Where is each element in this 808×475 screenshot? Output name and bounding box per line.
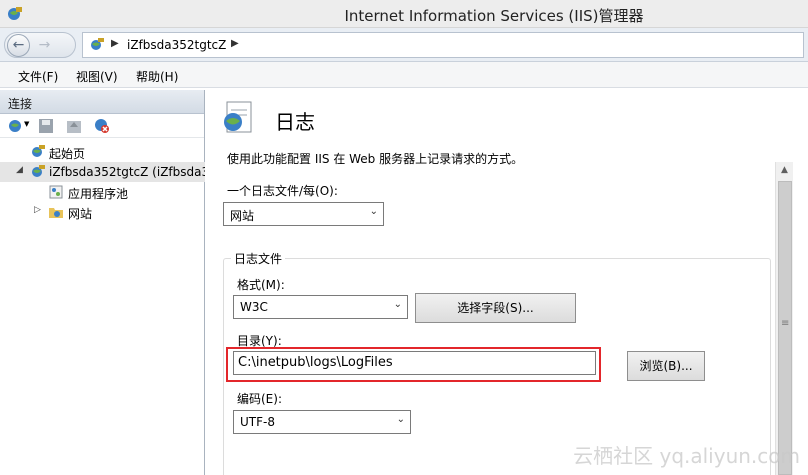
back-button[interactable]: ← bbox=[7, 34, 30, 57]
breadcrumb-server[interactable]: iZfbsda352tgtcZ bbox=[127, 38, 226, 52]
menu-help[interactable]: 帮助(H) bbox=[136, 68, 178, 85]
format-select[interactable]: W3C ⌄ bbox=[233, 295, 408, 319]
page-title: 日志 bbox=[275, 110, 315, 134]
tree-item-start-page[interactable]: 起始页 bbox=[0, 142, 205, 162]
menu-view[interactable]: 视图(V) bbox=[76, 68, 118, 85]
menu-file[interactable]: 文件(F) bbox=[18, 68, 58, 85]
disconnect-icon[interactable] bbox=[94, 118, 110, 134]
directory-input[interactable]: C:\inetpub\logs\LogFiles bbox=[233, 351, 596, 375]
encoding-select-value: UTF-8 bbox=[240, 415, 275, 429]
expand-icon[interactable]: ▷ bbox=[34, 205, 41, 215]
save-icon[interactable] bbox=[38, 118, 54, 134]
main-pane: 日志 使用此功能配置 IIS 在 Web 服务器上记录请求的方式。 一个日志文件… bbox=[209, 90, 808, 475]
scroll-up-arrow-icon[interactable]: ▲ bbox=[776, 162, 793, 179]
tree-item-label: iZfbsda352tgtcZ (iZfbsda35 bbox=[49, 165, 205, 179]
connect-icon[interactable] bbox=[8, 118, 24, 134]
window-title: Internet Information Services (IIS)管理器 bbox=[344, 7, 644, 25]
start-page-icon bbox=[32, 145, 45, 157]
server-icon bbox=[32, 165, 45, 177]
tree-item-server[interactable]: ◢ iZfbsda352tgtcZ (iZfbsda35 bbox=[0, 162, 205, 182]
scrollbar-grip-icon: ≡ bbox=[781, 318, 790, 329]
format-select-value: W3C bbox=[240, 300, 268, 314]
address-bar: ← → ▶ iZfbsda352tgtcZ ▶ bbox=[0, 28, 808, 62]
sites-folder-icon bbox=[49, 208, 63, 218]
encoding-label: 编码(E): bbox=[237, 392, 282, 406]
nav-buttons: ← → bbox=[4, 32, 76, 58]
collapse-icon[interactable]: ◢ bbox=[16, 165, 23, 175]
one-log-label: 一个日志文件/每(O): bbox=[227, 184, 338, 198]
one-log-select-value: 网站 bbox=[230, 209, 255, 223]
chevron-down-icon: ⌄ bbox=[393, 299, 402, 310]
select-fields-button[interactable]: 选择字段(S)... bbox=[415, 293, 576, 323]
chevron-down-icon: ⌄ bbox=[369, 206, 378, 217]
tree-item-app-pools[interactable]: 应用程序池 bbox=[0, 182, 205, 202]
tree-item-label: 起始页 bbox=[49, 147, 86, 161]
connections-pane: 连接 ▼ 起始页 ◢ iZfbsda352tgtcZ (iZfbsda35 应用… bbox=[0, 90, 205, 475]
log-file-group-title: 日志文件 bbox=[231, 250, 286, 267]
server-icon bbox=[91, 38, 104, 50]
app-pool-icon bbox=[49, 185, 63, 199]
forward-button[interactable]: → bbox=[33, 34, 56, 57]
feature-description: 使用此功能配置 IIS 在 Web 服务器上记录请求的方式。 bbox=[227, 152, 524, 166]
connections-toolbar: ▼ bbox=[0, 114, 204, 138]
format-label: 格式(M): bbox=[237, 278, 285, 292]
connections-header: 连接 bbox=[0, 90, 204, 114]
address-field[interactable]: ▶ iZfbsda352tgtcZ ▶ bbox=[82, 32, 804, 58]
tree-item-label: 应用程序池 bbox=[68, 187, 129, 201]
one-log-select[interactable]: 网站 ⌄ bbox=[223, 202, 384, 226]
scrollbar-thumb[interactable]: ≡ bbox=[778, 181, 792, 475]
up-level-icon[interactable] bbox=[66, 118, 82, 134]
browse-button[interactable]: 浏览(B)... bbox=[627, 351, 705, 381]
breadcrumb-chevron-icon[interactable]: ▶ bbox=[111, 38, 119, 49]
logging-feature-icon bbox=[224, 101, 252, 133]
tree-item-label: 网站 bbox=[68, 207, 93, 221]
vertical-scrollbar[interactable]: ▲ ≡ bbox=[775, 162, 793, 475]
watermark: 云栖社区 yq.aliyun.com bbox=[573, 444, 800, 468]
breadcrumb-chevron-icon[interactable]: ▶ bbox=[231, 38, 239, 49]
menu-bar: 文件(F) 视图(V) 帮助(H) bbox=[0, 62, 808, 88]
tree-item-sites[interactable]: ▷ 网站 bbox=[0, 202, 205, 222]
chevron-down-icon: ⌄ bbox=[396, 414, 405, 425]
title-bar: Internet Information Services (IIS)管理器 bbox=[0, 0, 808, 28]
encoding-select[interactable]: UTF-8 ⌄ bbox=[233, 410, 411, 434]
